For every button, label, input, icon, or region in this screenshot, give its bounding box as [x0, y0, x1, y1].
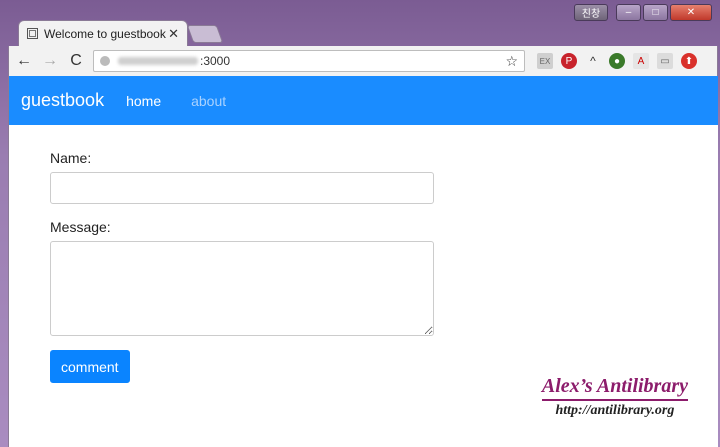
- site-navbar: guestbook home about: [9, 76, 718, 125]
- forward-button[interactable]: →: [39, 50, 61, 72]
- url-redacted: [118, 57, 198, 65]
- brand-link[interactable]: guestbook: [21, 90, 104, 111]
- comment-form: Name: Message: comment: [50, 150, 434, 383]
- address-bar[interactable]: :3000 ☆: [93, 50, 525, 72]
- bookmark-star-icon[interactable]: ☆: [505, 53, 518, 70]
- message-label: Message:: [50, 219, 111, 235]
- tab-guestbook[interactable]: Welcome to guestbook ✕: [18, 20, 188, 46]
- cast-icon[interactable]: ▭: [657, 53, 673, 69]
- browser-window: 친창 – □ ✕ Welcome to guestbook ✕ ← → C :3…: [0, 0, 720, 447]
- pdf-icon[interactable]: A: [633, 53, 649, 69]
- name-input[interactable]: [50, 172, 434, 204]
- watermark-url: http://antilibrary.org: [555, 403, 675, 418]
- message-textarea[interactable]: [50, 241, 434, 336]
- nav-link-home[interactable]: home: [126, 93, 161, 109]
- browser-toolbar: ← → C :3000 ☆ EX P ^ ● A ▭ ⬆: [8, 46, 718, 76]
- watermark-title: Alex’s Antilibrary: [541, 375, 688, 401]
- watermark: Alex’s Antilibrary http://antilibrary.or…: [541, 375, 688, 419]
- site-info-icon[interactable]: [100, 56, 110, 66]
- extension-icons: EX P ^ ● A ▭ ⬆: [537, 53, 697, 69]
- reload-button[interactable]: C: [65, 50, 87, 72]
- comment-button[interactable]: comment: [50, 350, 130, 383]
- extension-ex-icon[interactable]: EX: [537, 53, 553, 69]
- pinterest-icon[interactable]: P: [561, 53, 577, 69]
- extension-globe-icon[interactable]: ●: [609, 53, 625, 69]
- name-label: Name:: [50, 150, 92, 166]
- back-button[interactable]: ←: [13, 50, 35, 72]
- page-viewport: guestbook home about Name: Message: comm…: [8, 76, 718, 447]
- nav-link-about[interactable]: about: [191, 93, 226, 109]
- new-tab-button[interactable]: [186, 25, 224, 43]
- page-favicon-icon: [27, 28, 38, 39]
- tab-title: Welcome to guestbook: [44, 26, 166, 41]
- url-text: :3000: [200, 54, 231, 68]
- tab-strip: Welcome to guestbook ✕: [8, 18, 708, 46]
- tab-close-icon[interactable]: ✕: [168, 26, 179, 42]
- upload-icon[interactable]: ⬆: [681, 53, 697, 69]
- extension-arc-icon[interactable]: ^: [585, 53, 601, 69]
